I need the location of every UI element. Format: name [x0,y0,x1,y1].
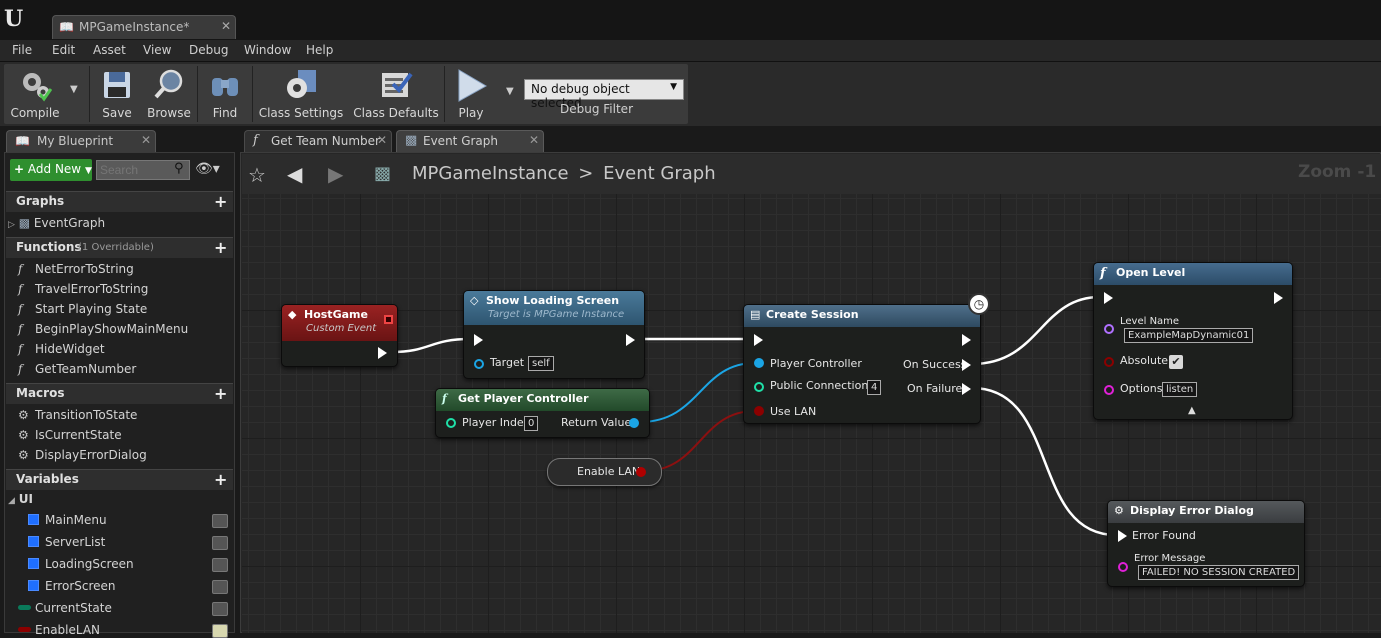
advanced-collapse-icon[interactable]: ▲ [1188,405,1196,416]
player-index-pin[interactable] [446,418,456,428]
event-diamond-icon: ◆ [288,308,297,321]
node-show-loading-screen[interactable]: ◇ Show Loading Screen Target is MPGame I… [463,290,645,379]
player-controller-pin[interactable] [754,358,764,368]
options-value[interactable]: listen [1162,382,1198,397]
on-success-pin[interactable] [962,359,971,371]
absolute-pin[interactable] [1104,357,1114,367]
variable-label: Enable LAN [577,465,641,478]
exec-out-pin[interactable] [962,334,971,346]
level-name-value[interactable]: ExampleMapDynamic01 [1124,328,1254,343]
node-host-game[interactable]: ◆ HostGame Custom Event [281,304,398,367]
node-subtitle: Target is MPGame Instance [488,309,625,320]
pin-label: Player Index [462,416,531,429]
function-icon: f [1100,266,1106,281]
error-message-value[interactable]: FAILED! NO SESSION CREATED [1138,565,1300,580]
exec-out-pin[interactable] [626,334,635,346]
node-title: Open Level [1116,266,1186,279]
function-icon: f [442,392,447,405]
node-title: Display Error Dialog [1130,504,1254,517]
delegate-pin[interactable] [384,315,393,324]
absolute-checkbox[interactable]: ✔ [1169,355,1183,369]
exec-in-pin[interactable] [1104,292,1113,304]
node-title: Create Session [766,308,859,321]
player-index-value[interactable]: 0 [524,416,539,431]
target-value: self [528,356,554,371]
function-diamond-icon: ◇ [470,294,479,307]
use-lan-pin[interactable] [754,406,764,416]
node-header: f Open Level [1094,263,1292,285]
public-connections-pin[interactable] [754,382,764,392]
pin-label: Absolute [1120,354,1169,367]
pin-label: Player Controller [770,357,862,370]
pin-label: Public Connections [770,379,875,392]
latent-node-icon: ▤ [750,308,761,321]
node-header: ⚙ Display Error Dialog [1108,501,1304,523]
node-title: Get Player Controller [458,392,589,405]
pin-label: Error Message [1134,553,1206,564]
exec-out-pin[interactable] [378,347,387,359]
exec-in-pin[interactable] [474,334,483,346]
latent-clock-icon: ◷ [968,293,990,315]
node-header: f Get Player Controller [436,389,649,411]
node-display-error-dialog[interactable]: ⚙ Display Error Dialog Error Found Error… [1107,500,1305,587]
exec-in-pin[interactable] [754,334,763,346]
pin-label: Error Found [1132,529,1196,542]
node-open-level[interactable]: f Open Level Level Name ExampleMapDynami… [1093,262,1293,420]
node-title: Show Loading Screen [486,294,620,307]
pin-label: Level Name [1120,316,1180,327]
on-failure-pin[interactable] [962,383,971,395]
pin-label: On Failure [907,382,963,395]
pin-label: Target [490,356,525,369]
target-pin[interactable] [474,359,484,369]
node-subtitle: Custom Event [306,323,377,334]
node-get-player-controller[interactable]: f Get Player Controller Player Index 0 R… [435,388,650,438]
return-value-pin[interactable] [629,418,639,428]
pin-label: Options [1120,382,1163,395]
level-name-pin[interactable] [1104,324,1114,334]
public-connections-value[interactable]: 4 [867,380,882,395]
exec-in-pin[interactable] [1118,530,1127,542]
macro-gear-icon: ⚙ [1114,504,1124,517]
node-create-session[interactable]: ▤ Create Session ◷ Player Controller Pub… [743,293,990,424]
pin-label: On Success [903,358,967,371]
pin-label: Use LAN [770,405,817,418]
exec-wire [391,337,471,354]
node-title: HostGame [304,308,368,321]
exec-out-pin[interactable] [1274,292,1283,304]
error-message-pin[interactable] [1118,562,1128,572]
bool-out-pin[interactable] [636,467,646,477]
node-enable-lan-getter[interactable]: Enable LAN [547,458,662,486]
options-pin[interactable] [1104,385,1114,395]
pin-label: Return Value [561,416,632,429]
node-header: ▤ Create Session [744,305,980,327]
exec-wire [971,295,1101,366]
